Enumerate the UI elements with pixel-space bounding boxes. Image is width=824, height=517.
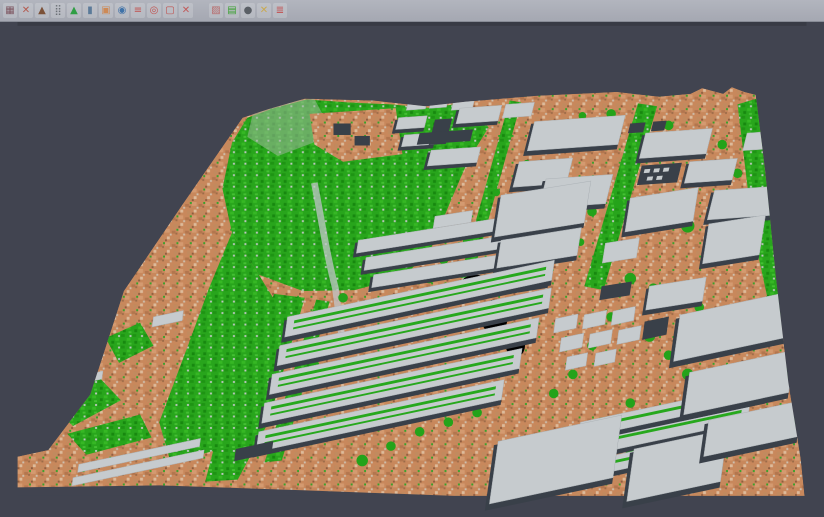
globe-icon[interactable]: ◉ xyxy=(115,3,129,18)
scalebar-icon[interactable]: ▮ xyxy=(83,3,97,18)
terrain-icon[interactable]: ▲ xyxy=(35,3,49,18)
cut-icon[interactable]: ✕ xyxy=(19,3,33,18)
3d-viewport[interactable] xyxy=(0,22,824,517)
histogram-icon[interactable]: ≡ xyxy=(131,3,145,18)
snapshot-icon[interactable]: ● xyxy=(241,3,255,18)
ortho-view-icon[interactable]: ▣ xyxy=(99,3,113,18)
toolbar-separator xyxy=(194,3,208,18)
crop-box-icon[interactable]: ▢ xyxy=(163,3,177,18)
classification-icon[interactable]: ▤ xyxy=(225,3,239,18)
point-cloud-icon[interactable]: ⣿ xyxy=(51,3,65,18)
checker-icon[interactable]: ▨ xyxy=(209,3,223,18)
mesh-icon[interactable]: ▲ xyxy=(67,3,81,18)
pick-center-icon[interactable]: ◎ xyxy=(147,3,161,18)
clip-icon[interactable]: ✕ xyxy=(179,3,193,18)
select-grid-icon[interactable]: ▦ xyxy=(3,3,17,18)
delete-icon[interactable]: ✕ xyxy=(257,3,271,18)
layers-icon[interactable]: ≣ xyxy=(273,3,287,18)
application-window: ▦ ✕ ▲ ⣿ ▲ ▮ ▣ ◉ ≡ ◎ ▢ ✕ ▨ ▤ ● ✕ ≣ xyxy=(0,0,824,517)
toolbar: ▦ ✕ ▲ ⣿ ▲ ▮ ▣ ◉ ≡ ◎ ▢ ✕ ▨ ▤ ● ✕ ≣ xyxy=(0,0,824,22)
